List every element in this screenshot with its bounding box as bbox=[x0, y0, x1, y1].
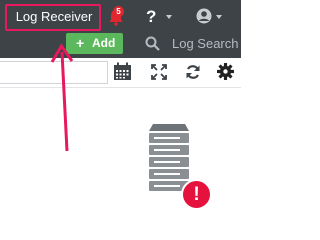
help-caret-icon bbox=[166, 15, 172, 19]
highlight-annotation bbox=[5, 4, 101, 31]
date-range-input[interactable] bbox=[0, 61, 108, 84]
notification-badge: 5 bbox=[113, 6, 124, 17]
calendar-icon[interactable] bbox=[113, 62, 132, 81]
refresh-icon[interactable] bbox=[185, 64, 201, 80]
gear-icon[interactable] bbox=[217, 63, 234, 80]
alert-icon: ! bbox=[181, 179, 212, 210]
log-search-input[interactable]: Log Search bbox=[133, 33, 241, 54]
log-search-placeholder: Log Search bbox=[172, 36, 239, 51]
add-label: Add bbox=[92, 36, 116, 50]
user-circle-icon[interactable] bbox=[196, 8, 212, 24]
plus-icon: + bbox=[76, 35, 85, 51]
help-button[interactable]: ? bbox=[146, 6, 156, 28]
add-button[interactable]: + Add bbox=[66, 33, 123, 54]
expand-icon[interactable] bbox=[151, 64, 167, 80]
user-caret-icon bbox=[216, 15, 222, 19]
